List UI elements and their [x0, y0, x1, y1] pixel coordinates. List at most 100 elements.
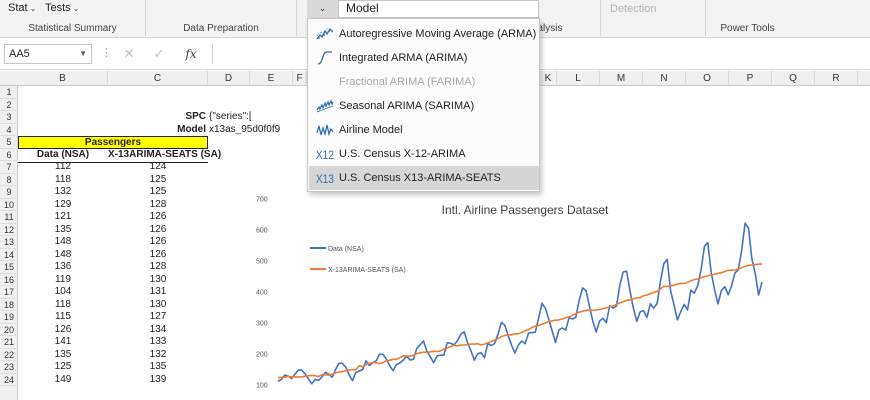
passengers-line-chart[interactable]: Intl. Airline Passengers Dataset 700 600 5…	[250, 193, 770, 400]
row-header[interactable]: 6	[0, 149, 18, 161]
row-header[interactable]: 7	[0, 161, 18, 174]
nsa-value-cell[interactable]: 148	[18, 236, 108, 249]
sa-value-cell[interactable]: 133	[108, 336, 208, 349]
sa-value-cell[interactable]: 139	[108, 374, 208, 387]
sa-value-cell[interactable]: 131	[108, 286, 208, 299]
insert-function-icon[interactable]: fx	[183, 46, 199, 62]
row-header[interactable]: 16	[0, 274, 18, 286]
nsa-value-cell[interactable]: 148	[18, 249, 108, 262]
nsa-value-cell[interactable]: 135	[18, 349, 108, 362]
menu-item-label: U.S. Census X13-ARIMA-SEATS	[339, 172, 501, 184]
sa-value-cell[interactable]: 128	[108, 261, 208, 274]
row-header[interactable]: 22	[0, 349, 18, 361]
nsa-value-cell[interactable]: 112	[18, 161, 108, 174]
row-header[interactable]: 19	[0, 311, 18, 324]
nsa-value-cell[interactable]: 135	[18, 224, 108, 237]
y-tick-label: 700	[256, 197, 268, 204]
model-value-cell[interactable]: x13as_95d0f0f9	[209, 124, 280, 137]
row-header[interactable]: 11	[0, 211, 18, 224]
row-header[interactable]: 5	[0, 136, 18, 149]
nsa-value-cell[interactable]: 119	[18, 274, 108, 287]
nsa-value-cell[interactable]: 126	[18, 324, 108, 337]
column-header-l[interactable]: L	[557, 71, 600, 86]
name-box[interactable]: AA5 ▼	[4, 44, 92, 64]
sa-value-cell[interactable]: 134	[108, 324, 208, 337]
chevron-down-icon: ⌄	[72, 4, 80, 13]
sa-value-cell[interactable]: 128	[108, 199, 208, 212]
column-header-k[interactable]: K	[540, 71, 557, 86]
row-header[interactable]: 8	[0, 174, 18, 186]
model-dropdown-toggle[interactable]: ⌄	[307, 0, 339, 18]
stat-button[interactable]: Stat ⌄	[8, 1, 36, 16]
nsa-value-cell[interactable]: 125	[18, 361, 108, 374]
nsa-value-cell[interactable]: 115	[18, 311, 108, 324]
sa-value-cell[interactable]: 132	[108, 349, 208, 362]
sa-value-cell[interactable]: 124	[108, 161, 208, 174]
row-header[interactable]: 17	[0, 286, 18, 299]
menu-item-x12-arima[interactable]: X12 U.S. Census X-12-ARIMA	[309, 142, 539, 166]
column-header-e[interactable]: E	[250, 71, 293, 86]
row-header[interactable]: 21	[0, 336, 18, 349]
nsa-value-cell[interactable]: 121	[18, 211, 108, 224]
row-header[interactable]: 2	[0, 99, 18, 111]
row-header[interactable]: 15	[0, 261, 18, 274]
row-header[interactable]: 4	[0, 124, 18, 136]
model-button[interactable]	[307, 0, 539, 18]
sa-value-cell[interactable]: 130	[108, 274, 208, 287]
row-header[interactable]: 24	[0, 374, 18, 386]
sa-value-cell[interactable]: 130	[108, 299, 208, 312]
row-header[interactable]: 20	[0, 324, 18, 336]
column-header-f[interactable]: F	[293, 71, 307, 86]
nsa-value-cell[interactable]: 149	[18, 374, 108, 387]
sa-value-cell[interactable]: 125	[108, 186, 208, 199]
row-header[interactable]: 3	[0, 111, 18, 124]
row-header[interactable]: 1	[0, 86, 18, 99]
menu-item-airline-model[interactable]: Airline Model	[309, 118, 539, 142]
more-icon: ⋮	[101, 47, 112, 59]
column-header-n[interactable]: N	[643, 71, 686, 86]
model-label-cell[interactable]: Model	[150, 124, 206, 137]
column-header-b[interactable]: B	[18, 71, 108, 86]
confirm-icon[interactable]: ✓	[151, 46, 167, 62]
column-header-o[interactable]: O	[686, 71, 729, 86]
nsa-value-cell[interactable]: 104	[18, 286, 108, 299]
sa-value-cell[interactable]: 126	[108, 249, 208, 262]
nsa-value-cell[interactable]: 141	[18, 336, 108, 349]
column-header-c[interactable]: C	[108, 71, 208, 86]
passengers-header[interactable]: Passengers	[18, 136, 208, 149]
menu-item-x13-arima-seats[interactable]: X13 U.S. Census X13-ARIMA-SEATS	[309, 166, 539, 190]
menu-item-arima[interactable]: Integrated ARMA (ARIMA)	[309, 46, 539, 70]
menu-item-arma[interactable]: Autoregressive Moving Average (ARMA)	[309, 22, 539, 46]
row-header[interactable]: 18	[0, 299, 18, 311]
sa-value-cell[interactable]: 126	[108, 224, 208, 237]
detection-button[interactable]: Detection	[610, 2, 656, 17]
nsa-value-cell[interactable]: 132	[18, 186, 108, 199]
menu-item-sarima[interactable]: Seasonal ARIMA (SARIMA)	[309, 94, 539, 118]
tests-button[interactable]: Tests ⌄	[45, 1, 79, 16]
column-header-r[interactable]: R	[815, 71, 858, 86]
y-tick-label: 400	[256, 290, 268, 297]
sa-value-cell[interactable]: 127	[108, 311, 208, 324]
nsa-value-cell[interactable]: 118	[18, 174, 108, 187]
sa-value-cell[interactable]: 126	[108, 236, 208, 249]
row-header[interactable]: 12	[0, 224, 18, 236]
row-header[interactable]: 13	[0, 236, 18, 249]
column-header-d[interactable]: D	[208, 71, 250, 86]
column-header-p[interactable]: P	[729, 71, 772, 86]
nsa-value-cell[interactable]: 129	[18, 199, 108, 212]
spc-label-cell[interactable]: SPC	[150, 111, 206, 124]
row-header[interactable]: 9	[0, 186, 18, 199]
sa-value-cell[interactable]: 125	[108, 174, 208, 187]
column-header-q[interactable]: Q	[772, 71, 815, 86]
row-header[interactable]: 10	[0, 199, 18, 211]
sa-value-cell[interactable]: 126	[108, 211, 208, 224]
nsa-value-cell[interactable]: 136	[18, 261, 108, 274]
tests-label: Tests	[45, 2, 71, 14]
cancel-icon[interactable]: ✕	[121, 46, 137, 62]
nsa-value-cell[interactable]: 118	[18, 299, 108, 312]
column-header-m[interactable]: M	[600, 71, 643, 86]
spc-value-cell[interactable]: {"series":[	[209, 111, 251, 124]
sa-value-cell[interactable]: 135	[108, 361, 208, 374]
row-header[interactable]: 14	[0, 249, 18, 261]
row-header[interactable]: 23	[0, 361, 18, 374]
